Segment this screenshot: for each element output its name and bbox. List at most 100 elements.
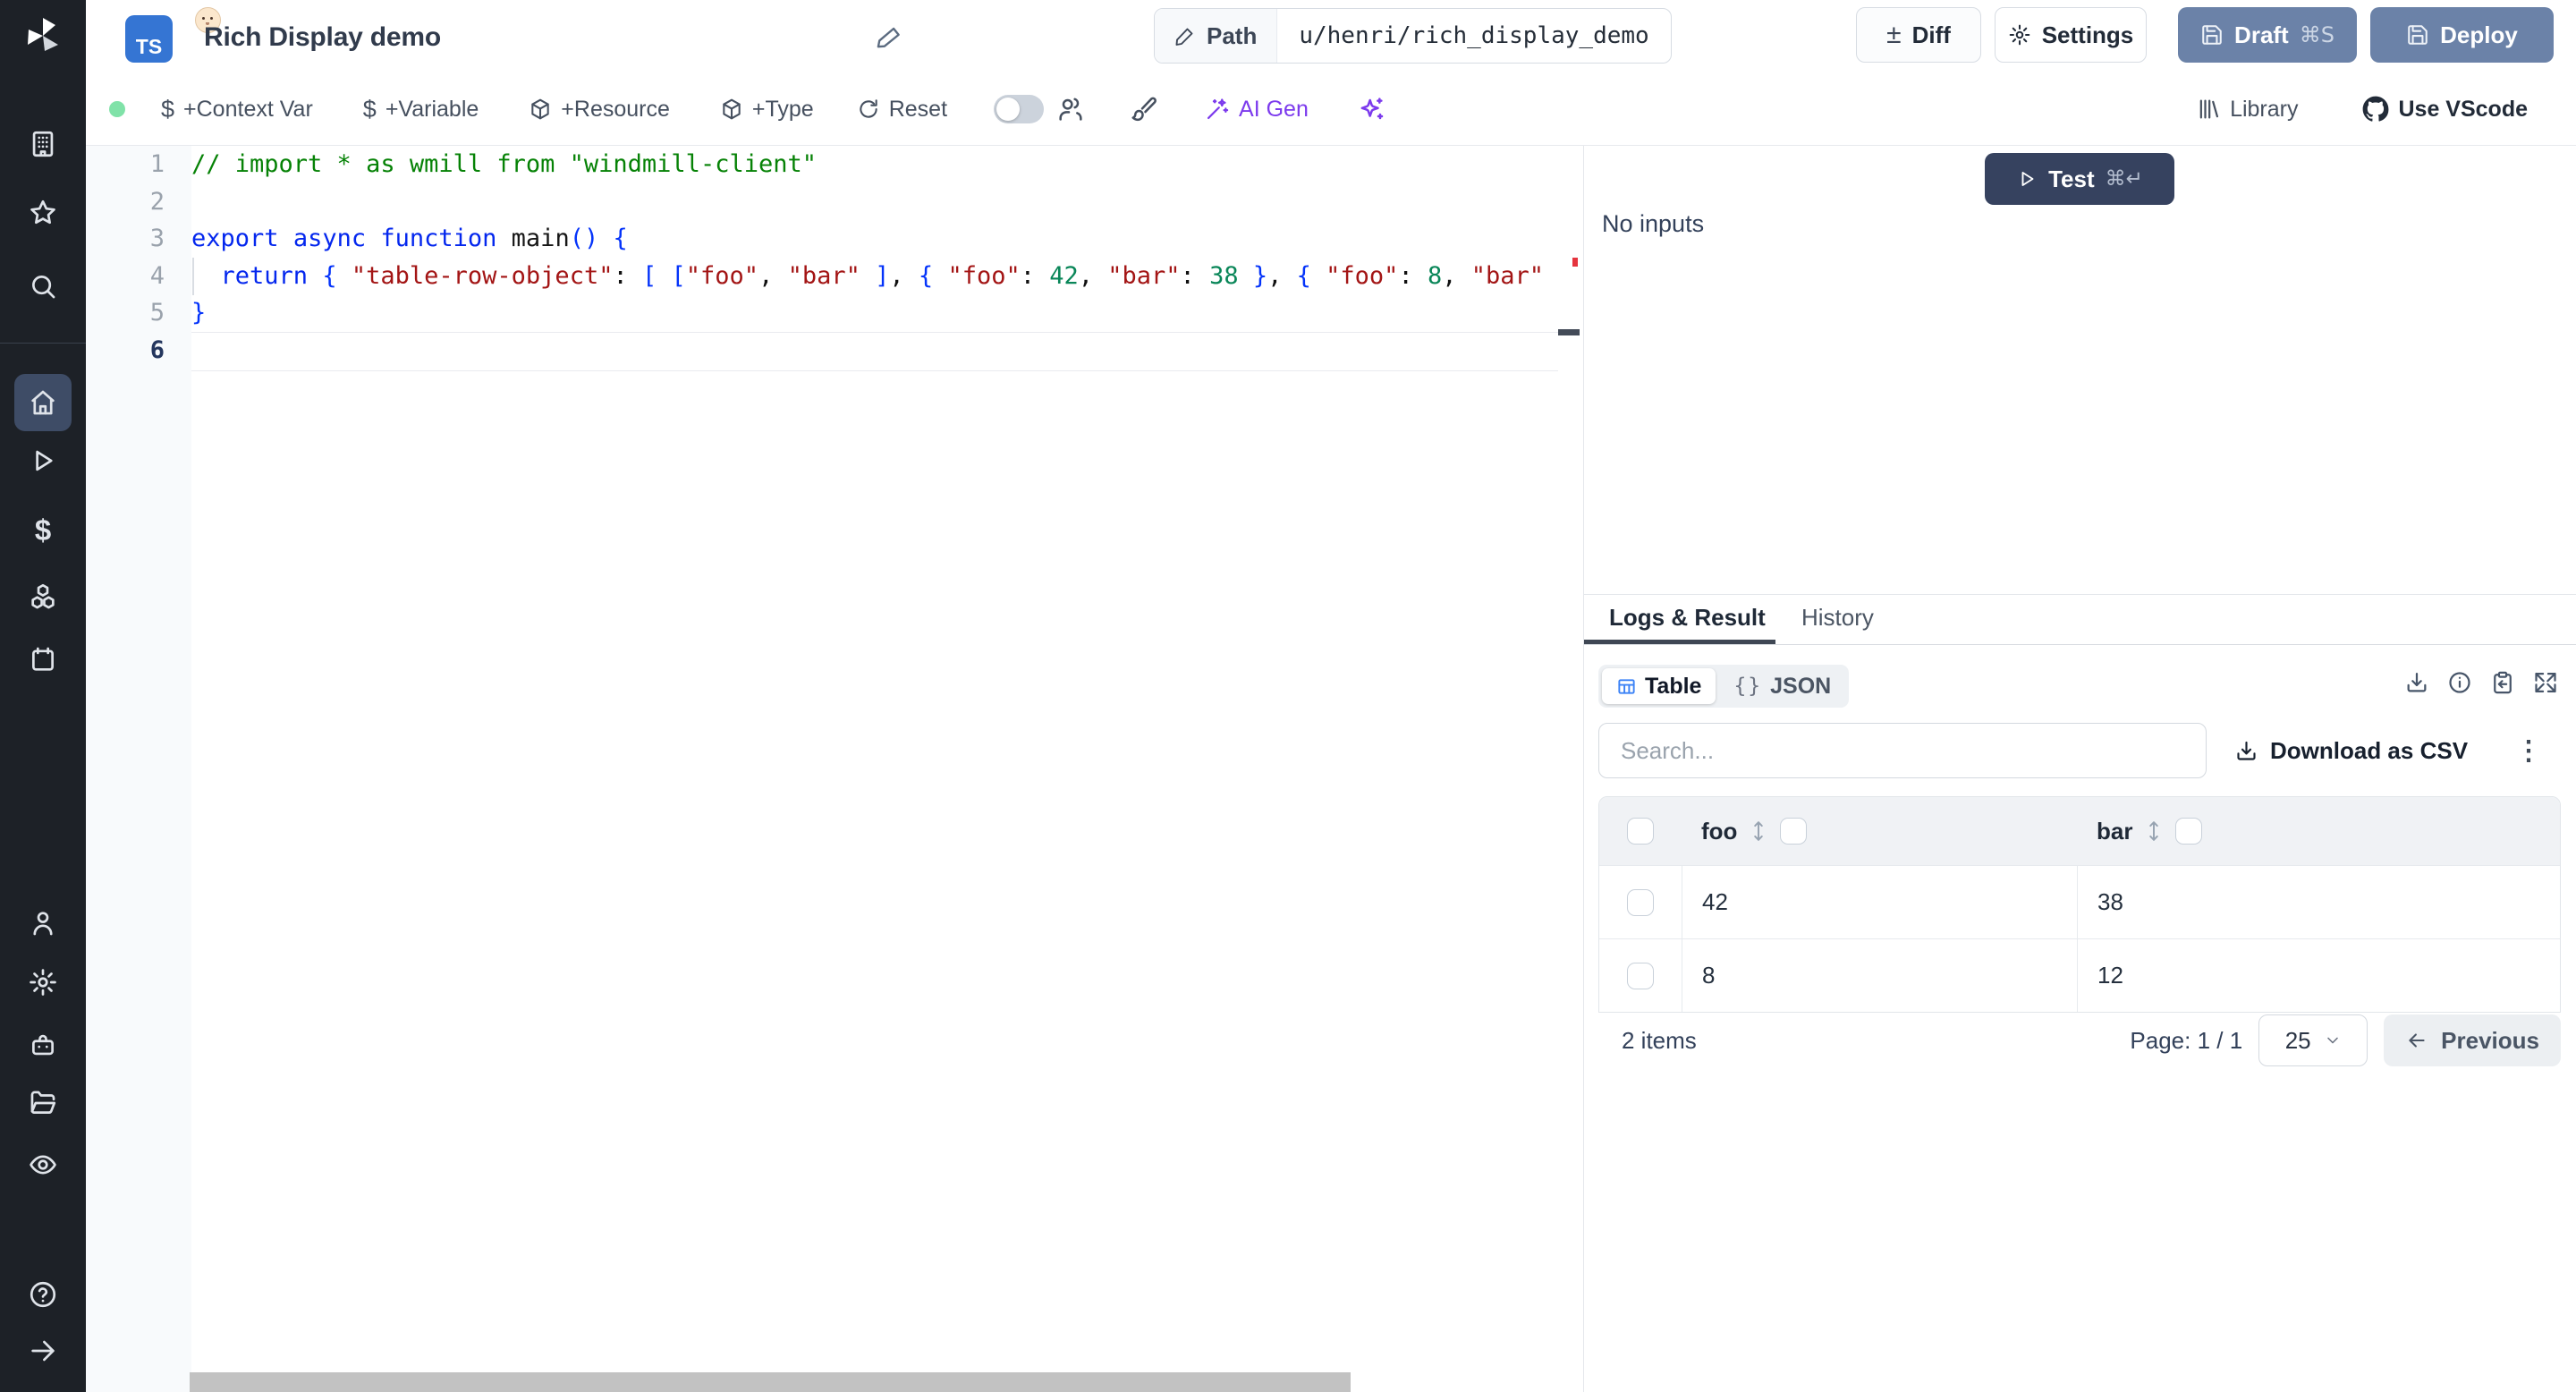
reset-button[interactable]: Reset xyxy=(857,97,947,123)
code-line[interactable]: export async function main() { xyxy=(191,220,1558,258)
favorites-icon[interactable] xyxy=(0,198,86,228)
table-row[interactable]: 812 xyxy=(1599,938,2560,1012)
test-button[interactable]: Test ⌘↵ xyxy=(1985,153,2174,205)
home-icon[interactable] xyxy=(0,387,86,418)
search-icon[interactable] xyxy=(0,271,86,301)
resources-icon[interactable] xyxy=(0,581,86,612)
test-shortcut: ⌘↵ xyxy=(2106,167,2143,191)
deploy-button[interactable]: Deploy xyxy=(2370,7,2554,63)
expand-icon[interactable] xyxy=(2533,670,2558,695)
search-input[interactable] xyxy=(1598,723,2207,778)
ai-gen-button[interactable]: AI Gen xyxy=(1205,97,1309,123)
add-context-var-label: +Context Var xyxy=(183,97,313,123)
braces-icon: {} xyxy=(1733,675,1762,698)
overview-cursor-mark xyxy=(1558,329,1580,335)
settings-icon[interactable] xyxy=(0,967,86,997)
variables-icon[interactable]: $ xyxy=(0,515,86,546)
wand-icon xyxy=(1205,97,1230,122)
table-footer: 2 items Page: 1 / 1 25 Previous xyxy=(1598,1009,2561,1072)
sort-icon[interactable] xyxy=(1750,819,1767,843)
column-toggle-bar[interactable] xyxy=(2175,818,2202,845)
sidebar-divider xyxy=(0,343,86,344)
lang-badge-label: TS xyxy=(136,35,162,59)
sparkles-icon[interactable] xyxy=(1357,95,1385,123)
horizontal-scrollbar[interactable] xyxy=(190,1372,1351,1392)
tab-logs-result[interactable]: Logs & Result xyxy=(1609,604,1766,632)
result-actions xyxy=(2404,670,2558,695)
code-line[interactable]: } xyxy=(191,294,1558,332)
more-options-button[interactable]: ⋮ xyxy=(2511,723,2546,778)
sort-icon[interactable] xyxy=(2145,819,2163,843)
use-vscode-button[interactable]: Use VScode xyxy=(2362,96,2528,123)
pencil-icon xyxy=(1174,25,1196,47)
column-header-foo[interactable]: foo xyxy=(1701,818,1737,845)
add-type-label: +Type xyxy=(752,97,814,123)
arrow-left-icon xyxy=(2405,1029,2428,1052)
edit-title-icon[interactable] xyxy=(877,23,903,50)
previous-page-button[interactable]: Previous xyxy=(2384,1014,2561,1066)
row-checkbox[interactable] xyxy=(1627,889,1654,916)
save-icon xyxy=(2406,23,2429,47)
row-checkbox[interactable] xyxy=(1627,963,1654,989)
column-toggle-foo[interactable] xyxy=(1780,818,1807,845)
select-all-checkbox[interactable] xyxy=(1627,818,1654,845)
tab-history[interactable]: History xyxy=(1801,604,1874,632)
windmill-logo-icon[interactable] xyxy=(0,14,86,57)
use-vscode-label: Use VScode xyxy=(2398,97,2528,123)
info-icon[interactable] xyxy=(2447,670,2472,695)
code-line[interactable]: return { "table-row-object": [ ["foo", "… xyxy=(191,258,1558,295)
library-label: Library xyxy=(2230,97,2298,123)
expand-sidebar-icon[interactable] xyxy=(0,1336,86,1366)
path-widget[interactable]: Path u/henri/rich_display_demo xyxy=(1154,8,1672,64)
right-panel: Test ⌘↵ No inputs Logs & Result History … xyxy=(1583,146,2576,1392)
previous-label: Previous xyxy=(2441,1027,2539,1055)
add-variable-button[interactable]: $ +Variable xyxy=(363,96,479,123)
typescript-badge: TS xyxy=(125,15,173,63)
code-line[interactable]: // import * as wmill from "windmill-clie… xyxy=(191,146,1558,183)
runs-icon[interactable] xyxy=(0,446,86,476)
diff-label: Diff xyxy=(1912,21,1951,49)
diff-button[interactable]: ± Diff xyxy=(1856,7,1981,63)
code-line[interactable] xyxy=(191,183,1558,221)
users-admin-icon[interactable] xyxy=(0,908,86,938)
header: TS Rich Display demo Path u/henri/rich_d… xyxy=(86,0,2576,73)
draft-button[interactable]: Draft ⌘S xyxy=(2178,7,2357,63)
table-row[interactable]: 4238 xyxy=(1599,865,2560,938)
workers-icon[interactable] xyxy=(0,1030,86,1060)
code-lines[interactable]: // import * as wmill from "windmill-clie… xyxy=(191,146,1558,369)
package-icon xyxy=(720,98,743,121)
path-value[interactable]: u/henri/rich_display_demo xyxy=(1277,9,1670,63)
page-size-select[interactable]: 25 xyxy=(2258,1014,2368,1066)
cell-bar: 12 xyxy=(2097,962,2123,989)
settings-button[interactable]: Settings xyxy=(1995,7,2147,63)
audit-logs-icon[interactable] xyxy=(0,1150,86,1180)
view-mode-table[interactable]: Table xyxy=(1602,668,1716,704)
refresh-icon xyxy=(857,98,880,121)
add-context-var-button[interactable]: $ +Context Var xyxy=(161,96,313,123)
path-label: Path xyxy=(1207,22,1257,50)
draft-shortcut: ⌘S xyxy=(2300,22,2334,47)
copy-to-clipboard-icon[interactable] xyxy=(2490,670,2515,695)
overview-error-mark xyxy=(1572,258,1578,267)
download-result-icon[interactable] xyxy=(2404,670,2429,695)
download-icon xyxy=(2234,739,2258,763)
code-line[interactable] xyxy=(191,332,1558,369)
help-icon[interactable] xyxy=(0,1279,86,1310)
library-button[interactable]: Library xyxy=(2196,97,2298,123)
multiplayer-toggle[interactable] xyxy=(994,95,1044,123)
view-mode-json[interactable]: {} JSON xyxy=(1719,668,1845,704)
add-resource-button[interactable]: +Resource xyxy=(529,97,670,123)
format-brush-icon[interactable] xyxy=(1130,95,1158,123)
folders-icon[interactable] xyxy=(0,1088,86,1118)
schedules-icon[interactable] xyxy=(0,644,86,675)
download-csv-button[interactable]: Download as CSV xyxy=(2234,723,2468,778)
status-dot xyxy=(109,101,125,117)
add-variable-label: +Variable xyxy=(386,97,479,123)
column-header-bar[interactable]: bar xyxy=(2097,818,2132,845)
workspace-icon[interactable] xyxy=(0,129,86,159)
cell-foo: 42 xyxy=(1702,888,1728,916)
users-icon[interactable] xyxy=(1056,95,1085,123)
add-type-button[interactable]: +Type xyxy=(720,97,814,123)
path-label-section: Path xyxy=(1155,9,1277,63)
code-editor[interactable]: 123456 // import * as wmill from "windmi… xyxy=(86,146,1583,1392)
